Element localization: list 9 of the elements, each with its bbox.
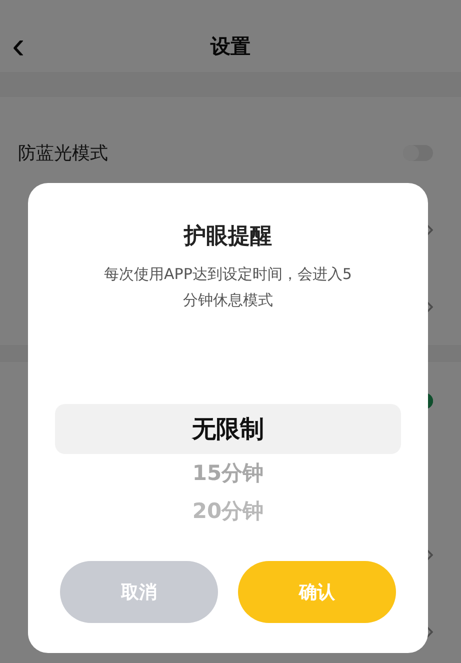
picker-option[interactable]: 15分钟 xyxy=(55,454,401,492)
setting-label: 防蓝光模式 xyxy=(18,142,108,164)
page-title: 设置 xyxy=(210,32,250,60)
dialog-description: 每次使用APP达到设定时间，会进入5分钟休息模式 xyxy=(103,264,353,311)
dialog-title: 护眼提醒 xyxy=(184,223,272,251)
picker-option[interactable]: 20分钟 xyxy=(55,492,401,530)
picker-option[interactable]: 无限制 xyxy=(55,404,401,454)
back-button[interactable]: ‹ xyxy=(8,28,29,64)
confirm-button[interactable]: 确认 xyxy=(238,561,396,623)
